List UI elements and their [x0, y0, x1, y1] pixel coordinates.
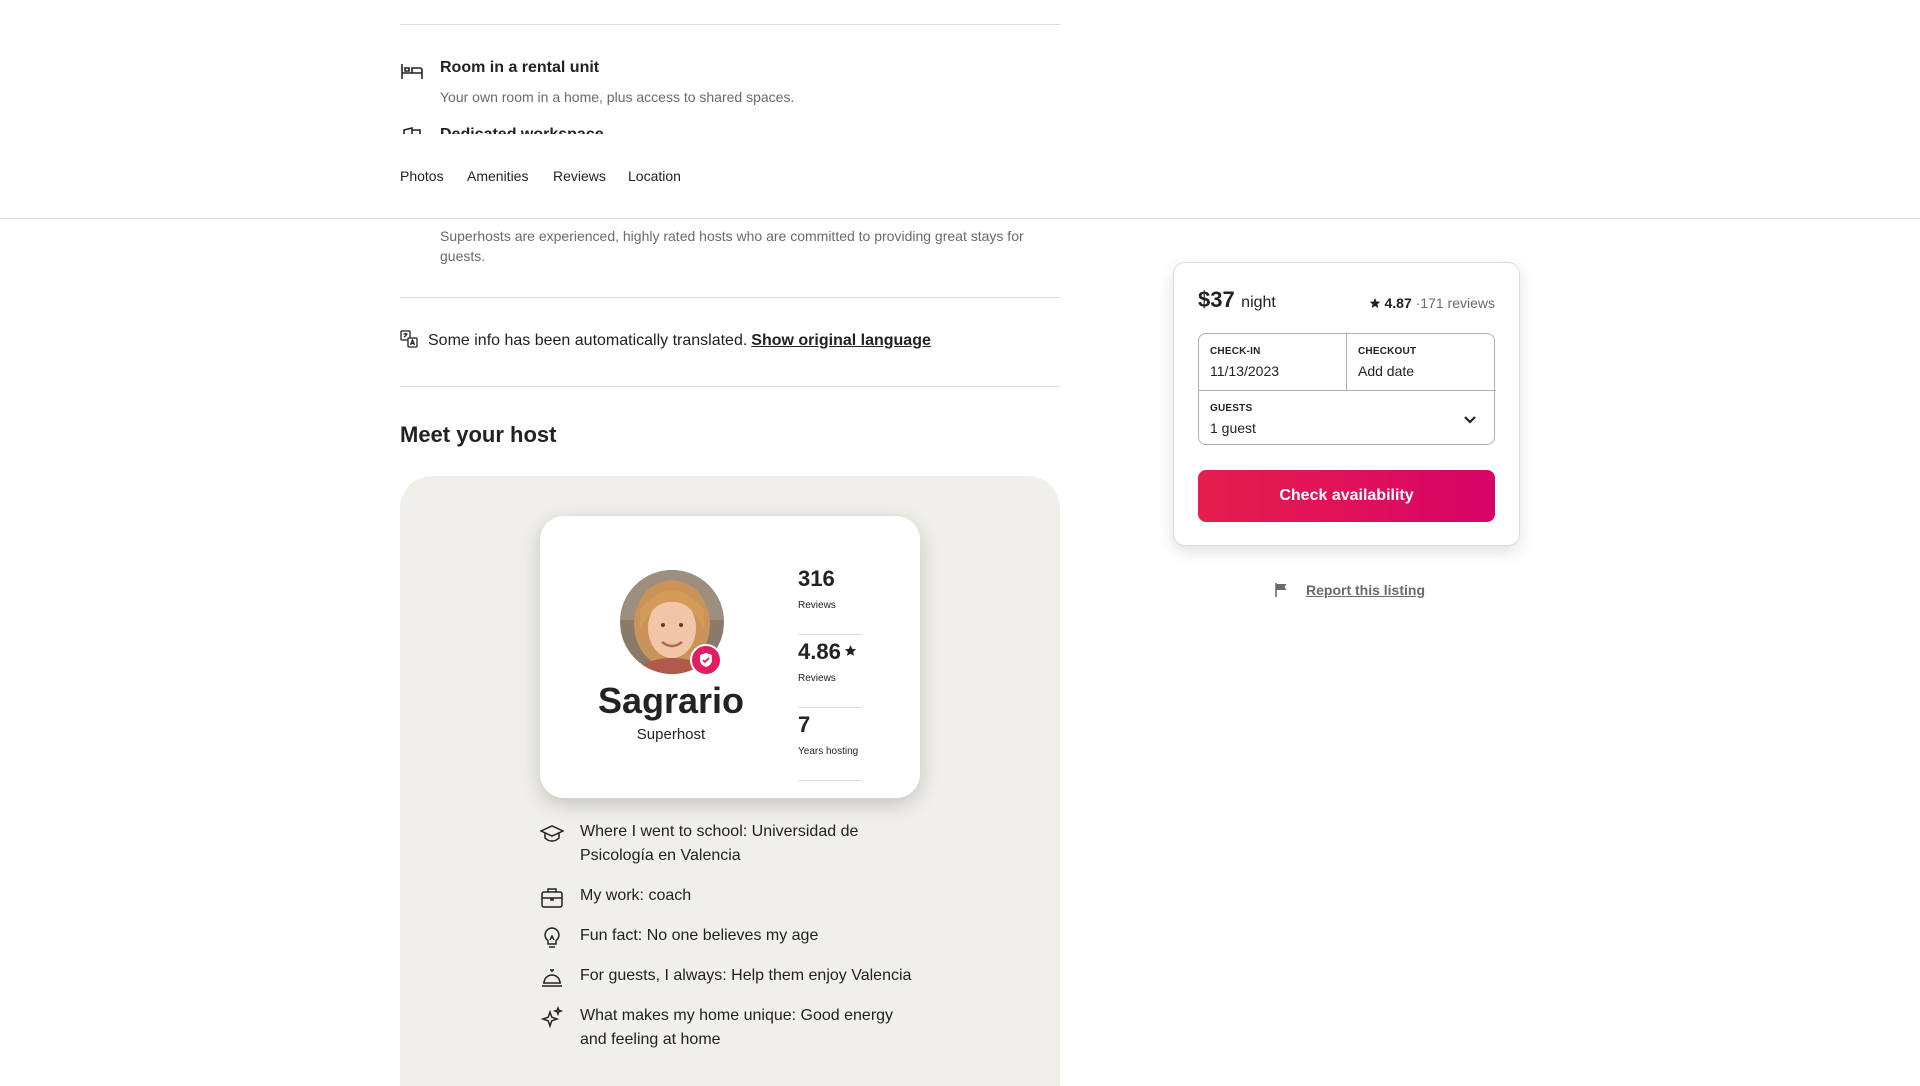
tab-reviews[interactable]: Reviews	[553, 168, 606, 184]
tab-location[interactable]: Location	[628, 168, 681, 184]
superhost-badge-icon	[690, 644, 722, 676]
fact-text: For guests, I always: Help them enjoy Va…	[580, 967, 912, 984]
guests-field[interactable]: GUESTS 1 guest	[1199, 390, 1496, 445]
highlight-partial: Dedicated workspace	[400, 124, 1060, 134]
chevron-down-icon	[1464, 416, 1476, 424]
superhost-description: Superhosts are experienced, highly rated…	[440, 228, 1024, 264]
checkout-field[interactable]: CHECKOUT Add date	[1347, 334, 1495, 390]
section-divider	[400, 24, 1060, 25]
fact-text: What makes my home unique: Good energy a…	[580, 1007, 894, 1048]
guests-label: GUESTS	[1210, 403, 1253, 414]
stat-value: 4.86	[798, 639, 841, 664]
show-original-language-link[interactable]: Show original language	[751, 332, 931, 349]
price-unit: night	[1241, 294, 1276, 311]
stat-label: Reviews	[798, 600, 836, 611]
report-listing-link[interactable]: Report this listing	[1306, 582, 1425, 598]
star-icon	[1370, 298, 1381, 308]
check-availability-button[interactable]: Check availability	[1198, 470, 1495, 522]
price-amount: $37	[1198, 287, 1235, 312]
host-card[interactable]: Sagrario Superhost 316 Reviews 4.86 Revi…	[540, 516, 920, 798]
host-role: Superhost	[636, 726, 706, 743]
section-divider	[400, 297, 1060, 298]
sparkles-icon	[540, 1006, 564, 1029]
checkin-value: 11/13/2023	[1210, 363, 1280, 379]
review-count[interactable]: 171 reviews	[1420, 295, 1495, 311]
star-icon	[844, 645, 857, 656]
door-icon	[403, 126, 421, 134]
stat-value-wrap: 4.86	[798, 639, 857, 665]
translation-notice: Some info has been automatically transla…	[400, 330, 1060, 354]
guests-value: 1 guest	[1210, 420, 1256, 436]
graduation-cap-icon	[540, 825, 564, 842]
date-guest-picker: CHECK-IN 11/13/2023 CHECKOUT Add date GU…	[1198, 333, 1496, 445]
checkout-label: CHECKOUT	[1358, 346, 1417, 357]
fact-text: Fun fact: No one believes my age	[580, 927, 819, 944]
highlight-room-type: Room in a rental unit Your own room in a…	[400, 59, 1060, 109]
translation-text: Some info has been automatically transla…	[428, 332, 931, 350]
checkin-label: CHECK-IN	[1210, 346, 1261, 357]
fact-text: My work: coach	[580, 887, 692, 904]
stat-value: 316	[798, 566, 835, 591]
section-nav: Photos Amenities Reviews Location	[0, 136, 1920, 219]
booking-card: $37 night 4.87 ·171 reviews CHECK-IN 11/…	[1173, 262, 1520, 546]
list-item: Where I went to school: Universidad de P…	[540, 820, 920, 870]
tab-photos[interactable]: Photos	[400, 168, 444, 184]
stat-reviews: 316 Reviews	[798, 562, 862, 635]
list-item: What makes my home unique: Good energy a…	[540, 1004, 920, 1054]
rating-score: 4.87	[1384, 295, 1412, 311]
flag-icon	[1275, 583, 1287, 597]
translate-icon	[400, 330, 418, 348]
lightbulb-icon	[544, 927, 560, 948]
host-name: Sagrario	[597, 680, 745, 721]
highlight-title: Room in a rental unit	[440, 59, 600, 76]
briefcase-icon	[541, 888, 563, 908]
list-item: For guests, I always: Help them enjoy Va…	[540, 964, 920, 990]
host-panel: Sagrario Superhost 316 Reviews 4.86 Revi…	[400, 476, 1060, 1086]
rating-summary: 4.87 ·171 reviews	[1369, 295, 1495, 311]
stat-value: 7	[798, 712, 811, 737]
checkin-field[interactable]: CHECK-IN 11/13/2023	[1199, 334, 1347, 390]
host-stats: 316 Reviews 4.86 Reviews 7 Years hosting	[798, 562, 862, 781]
translation-message: Some info has been automatically transla…	[428, 332, 748, 349]
highlight-subtitle: Your own room in a home, plus access to …	[440, 89, 795, 105]
tab-amenities[interactable]: Amenities	[467, 168, 528, 184]
fact-text: Where I went to school: Universidad de P…	[580, 823, 859, 864]
stat-years: 7 Years hosting	[798, 708, 862, 781]
stat-label: Reviews	[798, 673, 836, 684]
highlight-title: Dedicated workspace	[440, 126, 604, 134]
price: $37 night	[1198, 287, 1276, 313]
list-item: My work: coach	[540, 884, 920, 910]
list-item: Fun fact: No one believes my age	[540, 924, 920, 950]
section-divider	[400, 386, 1060, 387]
stat-rating: 4.86 Reviews	[798, 635, 862, 708]
stat-label: Years hosting	[798, 746, 859, 757]
checkout-value: Add date	[1358, 363, 1415, 379]
bed-icon	[401, 64, 423, 79]
service-bell-icon	[542, 969, 562, 987]
meet-host-title: Meet your host	[400, 422, 557, 447]
